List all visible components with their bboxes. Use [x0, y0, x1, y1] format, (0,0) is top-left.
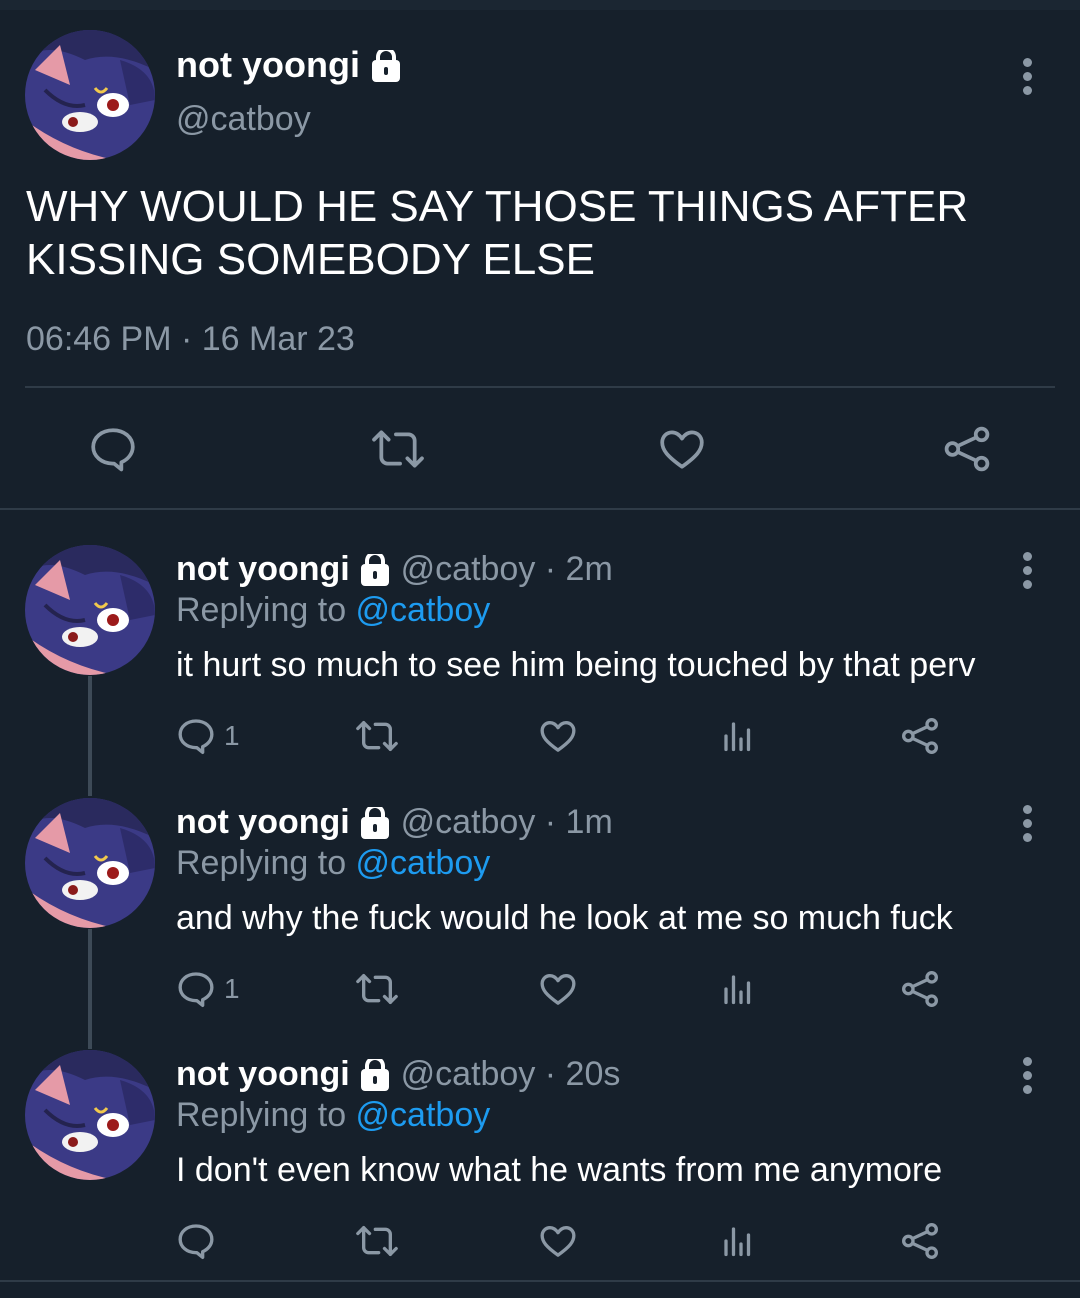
retweet-icon[interactable]	[355, 716, 399, 756]
views-icon[interactable]	[720, 1221, 756, 1261]
cat-avatar-image	[25, 1050, 155, 1180]
reply-icon[interactable]	[176, 1221, 216, 1261]
more-options-icon[interactable]	[1017, 1057, 1037, 1099]
share-icon[interactable]	[900, 716, 940, 756]
handle-time: @catboy · 20s	[400, 1055, 621, 1093]
avatar[interactable]	[25, 30, 155, 160]
lock-icon	[369, 50, 402, 85]
replying-to: Replying to @catboy	[176, 1096, 490, 1135]
display-name[interactable]: not yoongi	[176, 803, 350, 841]
replying-to-label: Replying to	[176, 1096, 356, 1134]
replying-to-label: Replying to	[176, 844, 356, 882]
views-icon[interactable]	[720, 716, 756, 756]
avatar[interactable]	[25, 798, 155, 928]
reply-icon[interactable]	[176, 969, 216, 1009]
replying-to-label: Replying to	[176, 591, 356, 629]
tweet-text: WHY WOULD HE SAY THOSE THINGS AFTER KISS…	[26, 182, 969, 284]
replying-to: Replying to @catboy	[176, 591, 490, 630]
cat-avatar-image	[25, 30, 155, 160]
reply-text: I don't even know what he wants from me …	[176, 1151, 943, 1189]
lock-icon	[359, 807, 392, 842]
divider	[25, 386, 1055, 388]
more-options-icon[interactable]	[1017, 58, 1037, 100]
bottom-divider	[0, 1280, 1080, 1282]
cat-avatar-image	[25, 798, 155, 928]
reply-count: 1	[224, 973, 240, 1004]
replying-to: Replying to @catboy	[176, 844, 490, 883]
share-icon[interactable]	[942, 424, 992, 474]
retweet-icon[interactable]	[370, 424, 426, 474]
views-icon[interactable]	[720, 969, 756, 1009]
share-icon[interactable]	[900, 1221, 940, 1261]
share-icon[interactable]	[900, 969, 940, 1009]
reply-icon[interactable]	[176, 716, 216, 756]
top-edge	[0, 0, 1080, 10]
avatar[interactable]	[25, 1050, 155, 1180]
reply-text: it hurt so much to see him being touched…	[176, 646, 976, 684]
like-icon[interactable]	[538, 1221, 578, 1261]
display-name[interactable]: not yoongi	[176, 550, 350, 588]
replying-to-link[interactable]: @catboy	[356, 1096, 491, 1134]
reply-count: 1	[224, 720, 240, 751]
display-name[interactable]: not yoongi	[176, 1055, 350, 1093]
handle-time: @catboy · 2m	[400, 550, 613, 588]
like-icon[interactable]	[538, 969, 578, 1009]
replying-to-link[interactable]: @catboy	[356, 844, 491, 882]
retweet-icon[interactable]	[355, 1221, 399, 1261]
like-icon[interactable]	[657, 424, 707, 474]
lock-icon	[359, 1059, 392, 1094]
reply-icon[interactable]	[88, 424, 138, 474]
display-name: not yoongi	[176, 44, 360, 85]
retweet-icon[interactable]	[355, 969, 399, 1009]
more-options-icon[interactable]	[1017, 805, 1037, 847]
replying-to-link[interactable]: @catboy	[356, 591, 491, 629]
thread-line	[88, 676, 92, 796]
section-divider	[0, 508, 1080, 510]
more-options-icon[interactable]	[1017, 552, 1037, 594]
reply-header: not yoongi @catboy · 2m	[176, 550, 613, 589]
thread-line	[88, 929, 92, 1049]
cat-avatar-image	[25, 545, 155, 675]
lock-icon	[359, 554, 392, 589]
reply-header: not yoongi @catboy · 20s	[176, 1055, 620, 1094]
reply-text: and why the fuck would he look at me so …	[176, 899, 953, 937]
timestamp: 06:46 PM · 16 Mar 23	[26, 320, 355, 358]
avatar[interactable]	[25, 545, 155, 675]
like-icon[interactable]	[538, 716, 578, 756]
handle-time: @catboy · 1m	[400, 803, 613, 841]
handle: @catboy	[176, 100, 311, 138]
reply-header: not yoongi @catboy · 1m	[176, 803, 613, 842]
